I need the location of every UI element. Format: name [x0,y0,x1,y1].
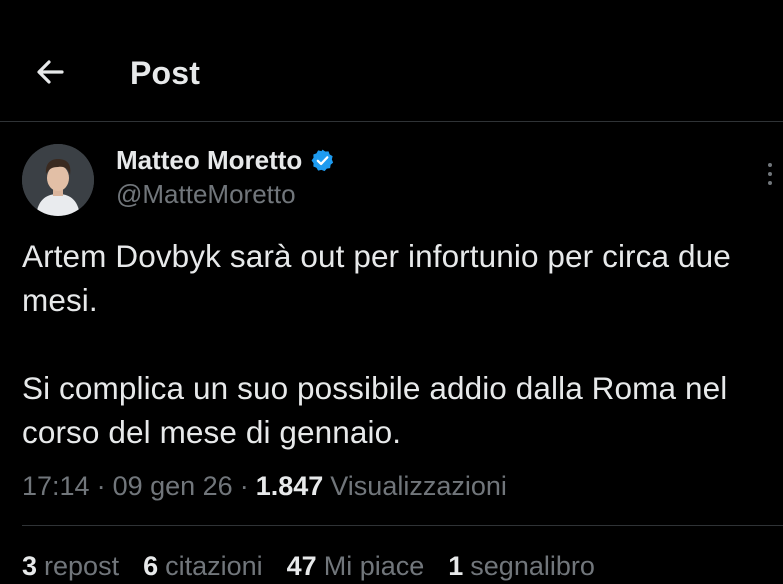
tweet-date[interactable]: 09 gen 26 [113,471,233,502]
bookmarks-stat[interactable]: 1 segnalibro [448,551,595,582]
top-header: Post [0,0,783,122]
tweet-paragraph: Artem Dovbyk sarà out per infortunio per… [22,238,731,318]
bookmarks-count: 1 [448,550,464,581]
more-dot-icon [768,163,772,167]
more-dot-icon [768,181,772,185]
likes-count: 47 [286,550,317,581]
likes-label: Mi piace [323,550,425,581]
author-handle[interactable]: @MatteMoretto [116,179,296,210]
tweet-meta: 17:14 · 09 gen 26 · 1.847 Visualizzazion… [22,468,507,504]
tweet-paragraph: Si complica un suo possibile addio dalla… [22,370,728,450]
reposts-count: 3 [22,550,38,581]
quotes-label: citazioni [165,550,263,581]
reposts-label: repost [44,550,120,581]
engagement-stats: 3 repost 6 citazioni 47 Mi piace 1 segna… [22,548,619,584]
more-options-button[interactable] [760,158,780,190]
separator-dot: · [239,470,249,501]
author-avatar[interactable] [22,144,94,216]
author-name[interactable]: Matteo Moretto [116,145,302,176]
quotes-stat[interactable]: 6 citazioni [143,551,263,582]
quotes-count: 6 [143,550,159,581]
bookmarks-label: segnalibro [470,550,595,581]
back-button[interactable] [30,52,70,92]
tweet-time[interactable]: 17:14 [22,471,90,502]
reposts-stat[interactable]: 3 repost [22,551,119,582]
verified-badge-icon [311,149,334,171]
arrow-left-icon [37,60,64,84]
more-dot-icon [768,172,772,176]
views-count: 1.847 [255,470,324,501]
views-label: Visualizzazioni [330,470,507,501]
page-title: Post [130,55,201,91]
avatar-image [22,144,94,216]
likes-stat[interactable]: 47 Mi piace [287,551,425,582]
divider [22,525,783,526]
author-name-row[interactable]: Matteo Moretto [116,144,335,176]
separator-dot: · [96,470,106,501]
tweet-text: Artem Dovbyk sarà out per infortunio per… [22,234,767,454]
